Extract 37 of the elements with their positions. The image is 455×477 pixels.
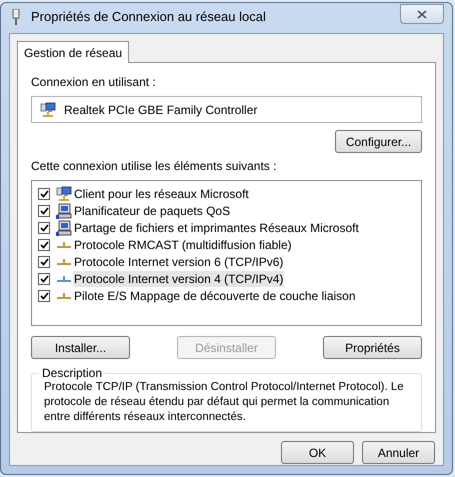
checkbox[interactable]	[38, 256, 50, 268]
protocol-icon	[56, 240, 72, 249]
field-label: Connexion en utilisant :	[31, 74, 157, 91]
checkbox[interactable]	[38, 204, 50, 217]
close-icon	[417, 10, 427, 18]
computer-icon	[56, 220, 72, 236]
action-button[interactable]: Propriétés	[323, 336, 422, 360]
list-item[interactable]: Protocole Internet version 6 (TCP/IPv6)	[73, 254, 284, 270]
list-item[interactable]: Client pour les réseaux Microsoft	[73, 186, 250, 202]
dialog-button[interactable]: Annuler	[362, 441, 435, 464]
checkbox[interactable]	[38, 222, 50, 234]
protocol-icon	[56, 258, 72, 266]
list-item[interactable]: Partage de fichiers et imprimantes Réseaux Microsoft	[73, 220, 360, 236]
description-text: Protocole TCP/IP (Transmission Control Protocol/Internet Protocol). Le protocole de réseau étendu par défaut qui permet la communication entre différents réseaux interconnectés.	[44, 380, 405, 426]
window-title: Propriétés de Connexion au réseau local	[31, 8, 266, 26]
tab[interactable]: Gestion de réseau	[17, 41, 130, 63]
list-item[interactable]: Protocole Internet version 4 (TCP/IPv4)	[73, 270, 284, 287]
dialog-button[interactable]: OK	[281, 441, 354, 464]
checkbox[interactable]	[38, 290, 50, 302]
action-button[interactable]: Installer...	[31, 336, 130, 360]
protocol-icon	[56, 292, 72, 300]
protocol-icon	[56, 274, 72, 283]
configure-button[interactable]: Configurer...	[335, 130, 422, 154]
checkbox[interactable]	[38, 238, 50, 251]
network-computer-icon	[56, 186, 72, 202]
adapter-name: Realtek PCIe GBE Family Controller	[64, 102, 258, 119]
checkbox[interactable]	[38, 188, 50, 200]
checkbox[interactable]	[38, 272, 50, 285]
computer-icon	[56, 202, 72, 219]
group-title: Description	[39, 365, 106, 382]
list-item[interactable]: Protocole RMCAST (multidiffusion fiable)	[73, 236, 293, 253]
network-computer-icon	[40, 102, 56, 118]
list-label: Cette connexion utilise les éléments suivants :	[31, 158, 278, 176]
network-cable-icon	[11, 9, 21, 25]
list-item[interactable]: Planificateur de paquets QoS	[73, 202, 232, 219]
close-button[interactable]	[400, 4, 444, 24]
list-item[interactable]: Pilote E/S Mappage de découverte de couche liaison	[73, 288, 357, 304]
